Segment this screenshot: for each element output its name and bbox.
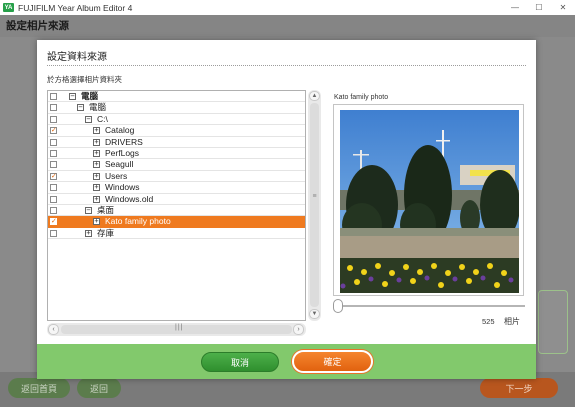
background-header: [0, 15, 575, 37]
background-side-panel: [538, 290, 568, 354]
expand-icon[interactable]: +: [93, 150, 100, 157]
folder-checkbox[interactable]: ✓: [50, 127, 57, 135]
maximize-button[interactable]: ☐: [527, 0, 551, 15]
expand-icon[interactable]: +: [93, 161, 100, 169]
folder-checkbox[interactable]: [50, 161, 57, 169]
dialog-footer: 取消 確定: [37, 344, 536, 379]
tree-horizontal-scrollbar[interactable]: ‹ ||| ›: [47, 323, 306, 336]
back-to-home-button[interactable]: 返回首頁: [8, 378, 70, 398]
photo-preview-frame: [333, 104, 524, 296]
folder-label: 存庫: [97, 227, 115, 238]
tree-row[interactable]: + Windows.old: [48, 194, 305, 205]
scroll-up-arrow-icon[interactable]: ▲: [309, 91, 320, 101]
scroll-grip-icon: |||: [175, 324, 184, 331]
cancel-button[interactable]: 取消: [201, 352, 279, 372]
tree-row[interactable]: − 電腦: [48, 102, 305, 114]
scroll-left-arrow-icon[interactable]: ‹: [48, 324, 59, 335]
folder-checkbox[interactable]: ✓: [50, 218, 57, 226]
tree-row[interactable]: − C:\: [48, 113, 305, 126]
expand-icon[interactable]: +: [93, 218, 100, 226]
folder-label: Windows.old: [105, 193, 154, 204]
collapse-icon[interactable]: −: [69, 93, 76, 100]
close-button[interactable]: ✕: [551, 0, 575, 15]
folder-checkbox[interactable]: [50, 115, 57, 123]
folder-tree[interactable]: − 電腦 − 電腦 − C:\ ✓ + Catalog + DRIVERS + PerfLogs + Sea…: [47, 90, 306, 321]
collapse-icon[interactable]: −: [85, 207, 92, 214]
folder-checkbox[interactable]: [50, 93, 57, 100]
window-titlebar: YA FUJIFILM Year Album Editor 4 — ☐ ✕: [0, 0, 575, 15]
minimize-button[interactable]: —: [503, 0, 527, 15]
folder-label: Catalog: [105, 125, 135, 136]
scroll-right-arrow-icon[interactable]: ›: [293, 324, 304, 335]
data-source-dialog: 設定資料來源 於方格選擇相片資料夾 − 電腦 − 電腦 − C:\ ✓ + Catalog + DR…: [37, 40, 536, 379]
window-controls: — ☐ ✕: [503, 0, 575, 15]
expand-icon[interactable]: +: [93, 138, 100, 146]
dialog-subtitle: 於方格選擇相片資料夾: [47, 75, 122, 84]
collapse-icon[interactable]: −: [85, 115, 92, 123]
folder-label: Users: [105, 170, 128, 181]
next-button[interactable]: 下一步: [480, 378, 558, 398]
folder-label: DRIVERS: [105, 136, 143, 147]
photo-count-unit: 相片: [504, 317, 520, 326]
expand-icon[interactable]: +: [93, 184, 100, 192]
tree-row[interactable]: + 存庫: [48, 227, 305, 240]
folder-label: 電腦: [89, 102, 107, 113]
folder-label: 桌面: [97, 205, 115, 215]
folder-checkbox[interactable]: [50, 104, 57, 112]
folder-checkbox[interactable]: [50, 138, 57, 146]
folder-label: PerfLogs: [105, 148, 140, 158]
expand-icon[interactable]: +: [85, 229, 92, 237]
zoom-slider-track[interactable]: [339, 305, 525, 307]
tree-row[interactable]: + Windows: [48, 182, 305, 194]
folder-label: Seagull: [105, 159, 134, 170]
folder-checkbox[interactable]: [50, 207, 57, 214]
expand-icon[interactable]: +: [93, 172, 100, 180]
folder-label: Kato family photo: [105, 216, 171, 227]
folder-checkbox[interactable]: [50, 229, 57, 237]
collapse-icon[interactable]: −: [77, 104, 84, 112]
zoom-slider-handle[interactable]: [333, 299, 343, 313]
tree-vertical-scrollbar[interactable]: ▲ ≡ ▼: [308, 90, 321, 321]
tree-row[interactable]: + Seagull: [48, 159, 305, 171]
folder-checkbox[interactable]: ✓: [50, 172, 57, 180]
tree-row[interactable]: + DRIVERS: [48, 137, 305, 148]
dialog-divider: [47, 65, 526, 66]
app-logo-icon: YA: [3, 3, 14, 12]
expand-icon[interactable]: +: [93, 195, 100, 203]
folder-checkbox[interactable]: [50, 184, 57, 192]
preview-photo: [340, 110, 519, 293]
folder-label: 電腦: [81, 91, 99, 101]
expand-icon[interactable]: +: [93, 127, 100, 135]
scroll-grip-icon: ≡: [312, 193, 317, 200]
tree-row[interactable]: + PerfLogs: [48, 148, 305, 160]
tree-row[interactable]: ✓ + Users: [48, 170, 305, 183]
scroll-down-arrow-icon[interactable]: ▼: [309, 309, 320, 319]
tree-row[interactable]: ✓ + Catalog: [48, 125, 305, 137]
folder-checkbox[interactable]: [50, 195, 57, 203]
tree-row[interactable]: − 電腦: [48, 91, 305, 103]
preview-folder-name: Kato family photo: [334, 94, 389, 101]
tree-row[interactable]: − 桌面: [48, 205, 305, 217]
tree-row[interactable]: ✓ + Kato family photo: [48, 216, 305, 228]
dialog-title: 設定資料來源: [47, 52, 107, 63]
folder-label: Windows: [105, 182, 140, 193]
back-button[interactable]: 返回: [77, 378, 121, 398]
background-page-title: 設定相片來源: [6, 20, 69, 32]
photo-count: 525: [482, 317, 495, 326]
ok-button[interactable]: 確定: [292, 350, 373, 373]
folder-checkbox[interactable]: [50, 150, 57, 157]
window-title: FUJIFILM Year Album Editor 4: [18, 2, 133, 13]
folder-label: C:\: [97, 113, 108, 124]
vertical-scroll-thumb[interactable]: [310, 103, 319, 307]
